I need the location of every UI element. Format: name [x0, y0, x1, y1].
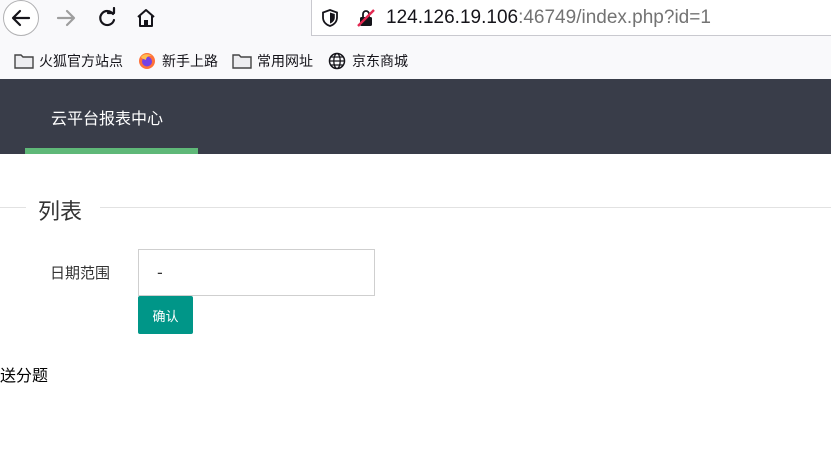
address-bar[interactable]: 124.126.19.106:46749/index.php?id=1	[311, 0, 831, 36]
folder-icon	[232, 52, 252, 70]
bookmark-label: 京东商城	[352, 54, 408, 70]
globe-icon	[327, 52, 347, 70]
arrow-right-icon	[56, 9, 76, 27]
nav-item-report-center[interactable]: 云平台报表中心	[51, 105, 163, 129]
result-text: 送分题	[0, 366, 49, 385]
browser-toolbar: 124.126.19.106:46749/index.php?id=1 火狐官方…	[0, 0, 831, 79]
reload-icon	[99, 7, 116, 27]
date-range-input[interactable]	[138, 249, 375, 296]
url-host: 124.126.19.106	[386, 7, 519, 28]
bookmark-item[interactable]: 火狐官方站点	[14, 46, 123, 76]
bookmark-item[interactable]: 常用网址	[232, 46, 313, 76]
folder-icon	[14, 52, 34, 70]
insecure-lock-icon[interactable]	[356, 8, 376, 28]
shield-icon[interactable]	[320, 8, 340, 28]
url-path: :46749/index.php?id=1	[518, 7, 711, 28]
section-title: 列表	[38, 200, 83, 225]
home-button[interactable]	[128, 0, 164, 36]
home-icon	[137, 9, 155, 27]
arrow-left-icon	[11, 9, 31, 27]
date-range-label: 日期范围	[50, 264, 111, 282]
section-divider	[100, 207, 831, 208]
bookmark-label: 新手上路	[162, 54, 218, 70]
section-divider	[0, 207, 26, 208]
back-button[interactable]	[3, 0, 39, 36]
url-text[interactable]: 124.126.19.106:46749/index.php?id=1	[386, 7, 711, 29]
bookmark-label: 常用网址	[257, 54, 313, 70]
app-header: 云平台报表中心	[0, 79, 831, 154]
bookmark-label: 火狐官方站点	[39, 54, 123, 70]
reload-button[interactable]	[89, 0, 125, 36]
bookmarks-bar: 火狐官方站点 新手上路 常用网址 京东商城	[0, 46, 831, 76]
bookmark-item[interactable]: 京东商城	[327, 46, 408, 76]
forward-button[interactable]	[48, 0, 84, 36]
bookmark-item[interactable]: 新手上路	[137, 46, 218, 76]
nav-active-indicator	[25, 148, 198, 154]
confirm-button[interactable]: 确认	[138, 296, 193, 334]
firefox-icon	[137, 52, 157, 70]
